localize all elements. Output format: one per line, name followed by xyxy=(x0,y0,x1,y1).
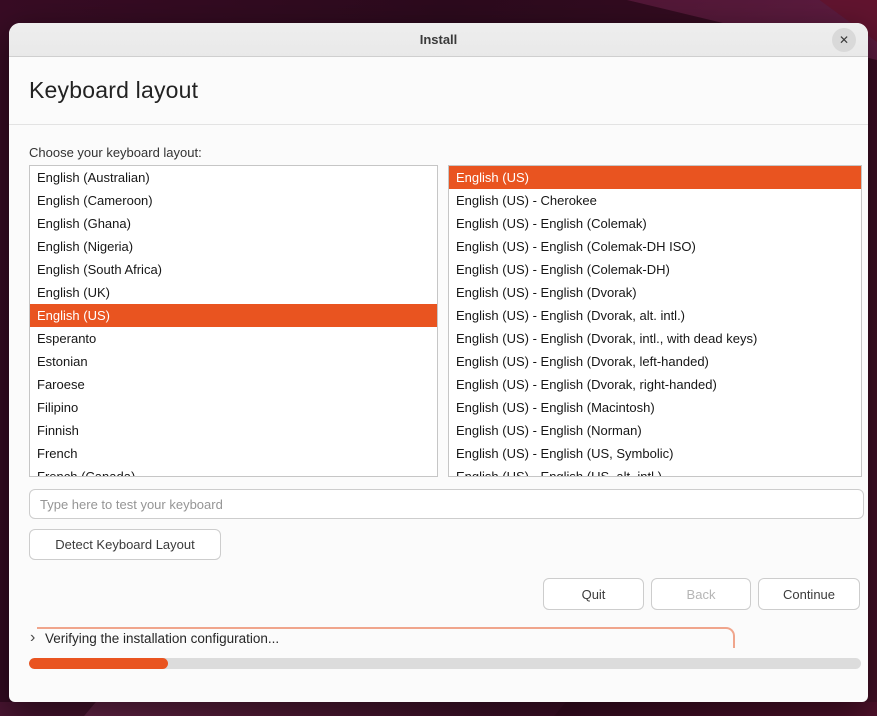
list-item[interactable]: English (US) - English (Norman) xyxy=(449,419,861,442)
list-item[interactable]: Filipino xyxy=(30,396,437,419)
close-button[interactable]: ✕ xyxy=(832,28,856,52)
keyboard-test-input[interactable] xyxy=(29,489,864,519)
list-item[interactable]: English (US) - English (US, Symbolic) xyxy=(449,442,861,465)
list-item[interactable]: Estonian xyxy=(30,350,437,373)
choose-layout-label: Choose your keyboard layout: xyxy=(29,145,202,160)
list-item[interactable]: French xyxy=(30,442,437,465)
expander-chevron-icon[interactable]: › xyxy=(30,631,35,645)
variant-list[interactable]: English (US)English (US) - CherokeeEngli… xyxy=(448,165,862,477)
continue-button[interactable]: Continue xyxy=(758,578,860,610)
page-header: Keyboard layout xyxy=(9,57,868,125)
list-item[interactable]: English (US) - English (Macintosh) xyxy=(449,396,861,419)
progress-bar-fill xyxy=(29,658,168,669)
list-item[interactable]: English (US) - English (Dvorak) xyxy=(449,281,861,304)
list-item[interactable]: Faroese xyxy=(30,373,437,396)
list-item[interactable]: English (US) - English (Dvorak, left-han… xyxy=(449,350,861,373)
progress-bar xyxy=(29,658,861,669)
quit-button[interactable]: Quit xyxy=(543,578,644,610)
back-button[interactable]: Back xyxy=(651,578,751,610)
titlebar: Install ✕ xyxy=(9,23,868,57)
list-item[interactable]: English (Cameroon) xyxy=(30,189,437,212)
language-list[interactable]: English (Australian)English (Cameroon)En… xyxy=(29,165,438,477)
list-item[interactable]: English (UK) xyxy=(30,281,437,304)
detect-button-label: Detect Keyboard Layout xyxy=(55,537,194,552)
page-title: Keyboard layout xyxy=(29,77,198,104)
list-item[interactable]: English (US) - English (Dvorak, alt. int… xyxy=(449,304,861,327)
list-item[interactable]: English (US) - English (Colemak-DH ISO) xyxy=(449,235,861,258)
list-item[interactable]: English (US) - Cherokee xyxy=(449,189,861,212)
installer-window: Install ✕ Keyboard layout Choose your ke… xyxy=(9,23,868,702)
wallpaper-bottom-band xyxy=(84,702,566,716)
back-button-label: Back xyxy=(687,587,716,602)
detect-keyboard-layout-button[interactable]: Detect Keyboard Layout xyxy=(29,529,221,560)
list-item[interactable]: English (Nigeria) xyxy=(30,235,437,258)
list-item[interactable]: English (US) - English (Dvorak, intl., w… xyxy=(449,327,861,350)
status-message: Verifying the installation configuration… xyxy=(45,631,279,646)
quit-button-label: Quit xyxy=(582,587,606,602)
list-item[interactable]: Finnish xyxy=(30,419,437,442)
list-item[interactable]: English (South Africa) xyxy=(30,258,437,281)
list-item[interactable]: English (US) xyxy=(449,166,861,189)
list-item[interactable]: English (Australian) xyxy=(30,166,437,189)
window-title: Install xyxy=(420,32,458,47)
list-item[interactable]: English (US) - English (Colemak) xyxy=(449,212,861,235)
close-icon: ✕ xyxy=(839,33,849,47)
page-content: Choose your keyboard layout: English (Au… xyxy=(9,125,868,702)
list-item[interactable]: French (Canada) xyxy=(30,465,437,477)
continue-button-label: Continue xyxy=(783,587,835,602)
list-item[interactable]: English (US) - English (Colemak-DH) xyxy=(449,258,861,281)
list-item[interactable]: English (Ghana) xyxy=(30,212,437,235)
list-item[interactable]: English (US) - English (US, alt. intl.) xyxy=(449,465,861,477)
list-item[interactable]: Esperanto xyxy=(30,327,437,350)
list-item[interactable]: English (US) - English (Dvorak, right-ha… xyxy=(449,373,861,396)
list-item[interactable]: English (US) xyxy=(30,304,437,327)
